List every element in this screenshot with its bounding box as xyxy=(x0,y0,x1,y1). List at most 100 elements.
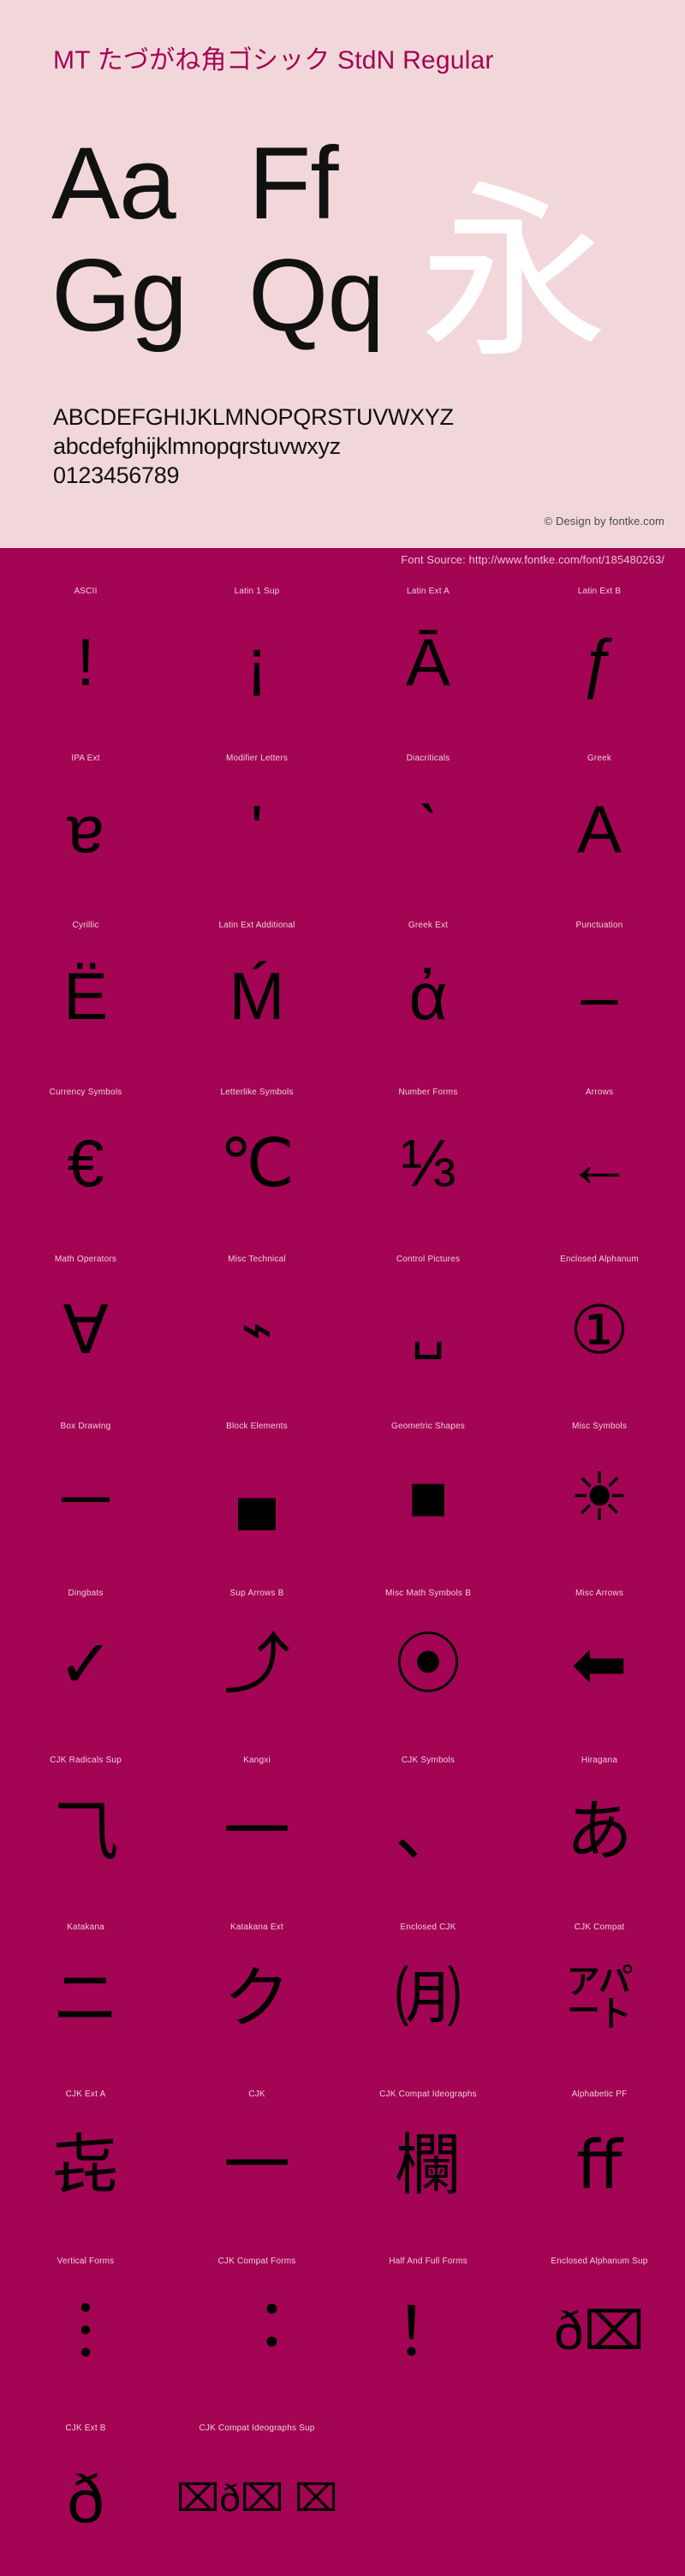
unicode-block-cell[interactable]: ✓ Dingbats xyxy=(0,1574,171,1741)
unicode-block-cell[interactable]: 一 CJK xyxy=(171,2075,342,2242)
unicode-block-cell[interactable]: ﬀ Alphabetic PF xyxy=(514,2075,685,2242)
unicode-block-cell[interactable]: ɐ IPA Ext xyxy=(0,739,171,906)
unicode-block-label: Sup Arrows B xyxy=(229,1589,284,1598)
unicode-block-cell[interactable]: 欄 CJK Compat Ideographs xyxy=(342,2075,514,2242)
unicode-block-cell-empty xyxy=(342,2409,514,2576)
unicode-block-glyph: ⺄ xyxy=(51,1793,119,1869)
numerals: 0123456789 xyxy=(53,462,180,488)
unicode-block-cell[interactable]: 㐂 CJK Ext A xyxy=(0,2075,171,2242)
unicode-block-cell[interactable]: ⤴ Sup Arrows B xyxy=(171,1574,342,1741)
unicode-block-cell[interactable]: ⌁ Misc Technical xyxy=(171,1240,342,1407)
unicode-block-glyph: ð⌧ xyxy=(554,2302,645,2361)
unicode-block-label: CJK Compat xyxy=(574,1923,625,1932)
unicode-block-glyph: ▄ xyxy=(238,1467,276,1526)
uppercase-alphabet: ABCDEFGHIJKLMNOPQRSTUVWXYZ xyxy=(53,404,454,430)
unicode-block-cell[interactable]: ニ Katakana xyxy=(0,1908,171,2075)
unicode-block-glyph: ⅓ xyxy=(400,1125,456,1201)
unicode-block-cell[interactable]: 、 CJK Symbols xyxy=(342,1741,514,1908)
unicode-block-cell[interactable]: ─ Box Drawing xyxy=(0,1407,171,1574)
unicode-block-cell[interactable]: ʹ Modifier Letters xyxy=(171,739,342,906)
unicode-block-label: Punctuation xyxy=(575,921,623,930)
unicode-block-glyph: ℃ xyxy=(219,1125,295,1201)
unicode-block-label: Hiragana xyxy=(581,1756,618,1765)
unicode-block-glyph: 欄 xyxy=(394,2127,462,2203)
unicode-block-cell[interactable]: ℃ Letterlike Symbols xyxy=(171,1073,342,1240)
unicode-block-cell[interactable]: ð⌧ Enclosed Alphanum Sup xyxy=(514,2242,685,2409)
unicode-block-glyph: ⬅ xyxy=(571,1626,628,1702)
unicode-block-label: Cyrillic xyxy=(72,921,99,930)
unicode-block-cell[interactable]: Ā Latin Ext A xyxy=(342,572,514,739)
unicode-block-cell[interactable]: ! ASCII xyxy=(0,572,171,739)
unicode-block-cell[interactable]: ∀ Math Operators xyxy=(0,1240,171,1407)
unicode-block-glyph: ︙ xyxy=(51,2294,119,2370)
unicode-block-glyph: € xyxy=(67,1125,104,1201)
unicode-block-cell[interactable]: ␣ Control Pictures xyxy=(342,1240,514,1407)
unicode-block-glyph: ！ xyxy=(394,2294,462,2370)
unicode-block-glyph: ἀ xyxy=(408,958,448,1034)
unicode-block-cell[interactable]: Ё Cyrillic xyxy=(0,906,171,1073)
unicode-block-cell[interactable]: ⦿ Misc Math Symbols B xyxy=(342,1574,514,1741)
unicode-block-cell[interactable]: ⅓ Number Forms xyxy=(342,1073,514,1240)
unicode-block-label: Vertical Forms xyxy=(57,2257,115,2266)
unicode-block-label: CJK Ext A xyxy=(65,2090,106,2099)
unicode-block-glyph: ク xyxy=(223,1960,290,2036)
unicode-block-row: ニ Katakana ク Katakana Ext ㈪ Enclosed CJK ㌀ CJK … xyxy=(0,1908,685,2075)
unicode-block-label: Dingbats xyxy=(68,1589,104,1598)
unicode-block-label: Katakana xyxy=(67,1923,104,1932)
sample-glyph-gg: Gg xyxy=(51,238,188,353)
unicode-block-label: ASCII xyxy=(74,587,98,596)
unicode-block-cell[interactable]: ︙ Vertical Forms xyxy=(0,2242,171,2409)
unicode-block-row: ! ASCII ¡ Latin 1 Sup Ā Latin Ext A ƒ Latin Ext… xyxy=(0,572,685,739)
unicode-block-label: Alphabetic PF xyxy=(571,2090,628,2099)
unicode-block-cell[interactable]: ク Katakana Ext xyxy=(171,1908,342,2075)
unicode-block-cell[interactable]: ① Enclosed Alphanum xyxy=(514,1240,685,1407)
unicode-block-label: Letterlike Symbols xyxy=(220,1088,294,1097)
unicode-block-glyph: ! xyxy=(76,624,95,700)
unicode-block-row: ─ Box Drawing ▄ Block Elements ■ Geometric Sh… xyxy=(0,1407,685,1574)
unicode-block-glyph: Ā xyxy=(405,624,451,700)
unicode-block-cell[interactable]: ⼀ Kangxi xyxy=(171,1741,342,1908)
unicode-block-glyph: 㐂 xyxy=(51,2127,119,2203)
unicode-block-glyph: ﬀ xyxy=(576,2127,622,2203)
unicode-block-cell[interactable]: ‒ Punctuation xyxy=(514,906,685,1073)
unicode-block-label: CJK xyxy=(248,2090,265,2099)
unicode-block-cell[interactable]: ▄ Block Elements xyxy=(171,1407,342,1574)
unicode-block-cell[interactable]: ☀ Misc Symbols xyxy=(514,1407,685,1574)
unicode-block-cell[interactable]: ˋ Diacriticals xyxy=(342,739,514,906)
unicode-block-row: ∀ Math Operators ⌁ Misc Technical ␣ Control P… xyxy=(0,1240,685,1407)
unicode-block-row: ︙ Vertical Forms ︓ CJK Compat Forms ！ Half An… xyxy=(0,2242,685,2409)
font-source-link[interactable]: Font Source: http://www.fontke.com/font/… xyxy=(401,552,664,568)
unicode-block-glyph: ─ xyxy=(62,1459,110,1535)
unicode-block-cell[interactable]: ⌧ð⌧ ⌧ CJK Compat Ideographs Sup xyxy=(171,2409,342,2576)
unicode-block-cell[interactable]: ■ Geometric Shapes xyxy=(342,1407,514,1574)
unicode-block-cell[interactable]: ︓ CJK Compat Forms xyxy=(171,2242,342,2409)
unicode-block-label: Math Operators xyxy=(54,1255,117,1264)
unicode-block-cell[interactable]: ƒ Latin Ext B xyxy=(514,572,685,739)
unicode-block-label: Misc Arrows xyxy=(575,1589,624,1598)
unicode-block-cell[interactable]: ㌀ CJK Compat xyxy=(514,1908,685,2075)
font-source-bar: Font Source: http://www.fontke.com/font/… xyxy=(0,548,685,572)
unicode-block-cell[interactable]: ← Arrows xyxy=(514,1073,685,1240)
unicode-block-cell[interactable]: € Currency Symbols xyxy=(0,1073,171,1240)
unicode-block-cell[interactable]: Ḿ Latin Ext Additional xyxy=(171,906,342,1073)
unicode-block-cell[interactable]: ！ Half And Full Forms xyxy=(342,2242,514,2409)
unicode-block-row: ✓ Dingbats ⤴ Sup Arrows B ⦿ Misc Math Symbols… xyxy=(0,1574,685,1741)
unicode-block-glyph: ð xyxy=(67,2461,104,2537)
sample-glyph-aa: Aa xyxy=(51,126,176,241)
unicode-block-cell[interactable]: ἀ Greek Ext xyxy=(342,906,514,1073)
unicode-block-cell[interactable]: Α Greek xyxy=(514,739,685,906)
unicode-block-label: Half And Full Forms xyxy=(389,2257,468,2266)
unicode-block-glyph xyxy=(514,2435,685,2563)
unicode-block-label: Greek Ext xyxy=(408,921,449,930)
unicode-block-cell-empty xyxy=(514,2409,685,2576)
unicode-block-cell[interactable]: あ Hiragana xyxy=(514,1741,685,1908)
unicode-block-cell[interactable]: ⬅ Misc Arrows xyxy=(514,1574,685,1741)
unicode-block-cell[interactable]: ð CJK Ext B xyxy=(0,2409,171,2576)
unicode-block-glyph: ∀ xyxy=(63,1292,109,1368)
large-letter-samples: Aa Ff Gg Qq 永 xyxy=(0,111,685,394)
sample-glyph-qq: Qq xyxy=(248,238,384,353)
unicode-block-cell[interactable]: ¡ Latin 1 Sup xyxy=(171,572,342,739)
unicode-block-cell[interactable]: ㈪ Enclosed CJK xyxy=(342,1908,514,2075)
unicode-block-cell[interactable]: ⺄ CJK Radicals Sup xyxy=(0,1741,171,1908)
unicode-block-label: IPA Ext xyxy=(71,754,100,763)
